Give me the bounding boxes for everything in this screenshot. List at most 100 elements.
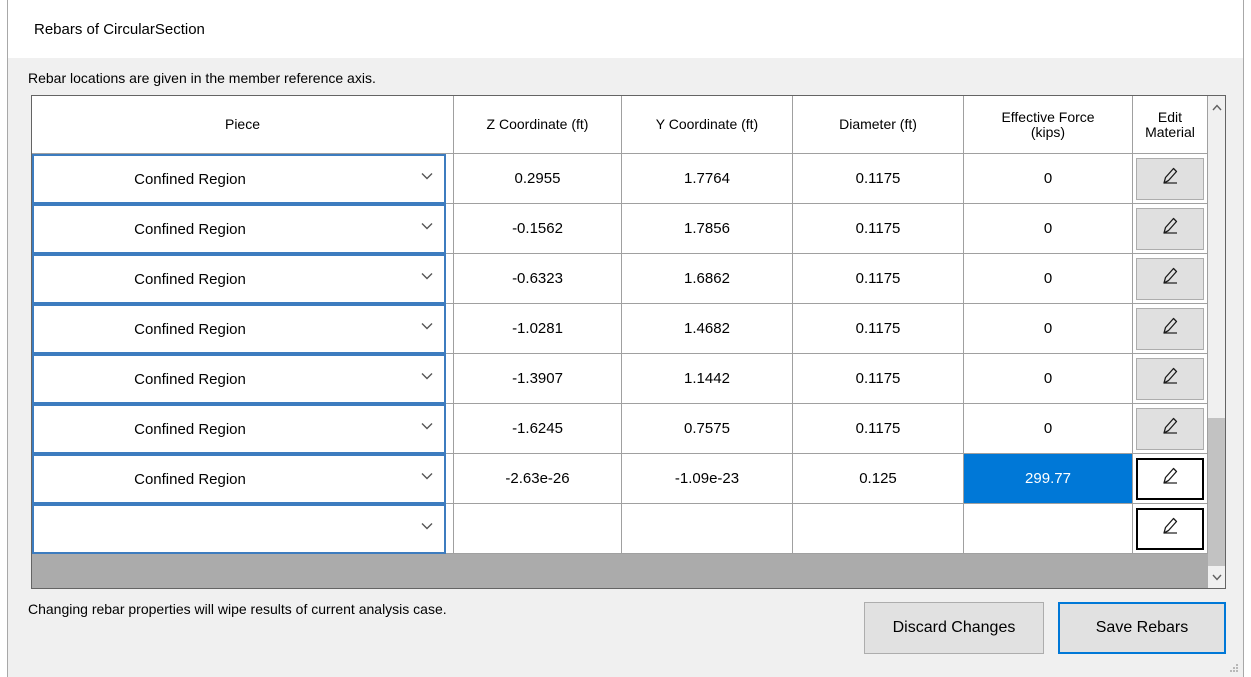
effective-force-cell[interactable]: 0 <box>964 304 1133 354</box>
chevron-down-icon[interactable] <box>420 268 434 280</box>
z-coordinate-cell[interactable]: -1.6245 <box>454 404 622 454</box>
edit-material-button[interactable] <box>1136 357 1204 400</box>
header-z-coordinate[interactable]: Z Coordinate (ft) <box>454 96 622 154</box>
y-coordinate-cell[interactable]: 1.1442 <box>622 354 793 404</box>
chevron-down-icon[interactable] <box>420 368 434 380</box>
scroll-down-icon[interactable] <box>1208 566 1225 588</box>
y-coordinate-cell[interactable]: -1.09e-23 <box>622 454 793 504</box>
y-coordinate-cell[interactable]: 1.4682 <box>622 304 793 354</box>
title-bar: Rebars of CircularSection <box>8 0 1243 58</box>
edit-material-button[interactable] <box>1136 207 1204 250</box>
piece-dropdown[interactable]: Confined Region <box>32 204 446 254</box>
z-coordinate-cell[interactable]: 0.2955 <box>454 154 622 204</box>
edit-material-button[interactable] <box>1136 457 1204 500</box>
effective-force-cell[interactable]: 0 <box>964 404 1133 454</box>
row-spacer <box>446 204 454 254</box>
z-coordinate-cell[interactable]: -0.1562 <box>454 204 622 254</box>
row-spacer <box>446 454 454 504</box>
z-coordinate-cell[interactable]: -2.63e-26 <box>454 454 622 504</box>
pencil-icon <box>1161 316 1179 341</box>
diameter-cell[interactable]: 0.1175 <box>793 254 964 304</box>
piece-value: Confined Region <box>134 470 246 488</box>
scrollbar-thumb[interactable] <box>1208 418 1225 566</box>
chevron-down-icon[interactable] <box>420 318 434 330</box>
z-coordinate-cell[interactable]: -1.0281 <box>454 304 622 354</box>
y-coordinate-cell[interactable]: 1.7764 <box>622 154 793 204</box>
effective-force-cell[interactable]: 0 <box>964 354 1133 404</box>
chevron-down-icon[interactable] <box>420 468 434 480</box>
edit-material-cell <box>1133 254 1208 304</box>
piece-value: Confined Region <box>134 270 246 288</box>
piece-value: Confined Region <box>134 170 246 188</box>
save-rebars-button[interactable]: Save Rebars <box>1058 602 1226 654</box>
edit-material-cell <box>1133 354 1208 404</box>
edit-material-button[interactable] <box>1136 157 1204 200</box>
edit-material-cell <box>1133 454 1208 504</box>
piece-dropdown[interactable]: Confined Region <box>32 304 446 354</box>
diameter-cell[interactable] <box>793 504 964 554</box>
chevron-down-icon[interactable] <box>420 518 434 530</box>
resize-grip-icon[interactable] <box>1229 663 1239 673</box>
edit-material-button[interactable] <box>1136 307 1204 350</box>
piece-dropdown[interactable]: Confined Region <box>32 454 446 504</box>
z-coordinate-cell[interactable]: -1.3907 <box>454 354 622 404</box>
piece-value: Confined Region <box>134 320 246 338</box>
piece-dropdown[interactable]: Confined Region <box>32 254 446 304</box>
row-spacer <box>446 254 454 304</box>
pencil-icon <box>1161 166 1179 191</box>
pencil-icon <box>1161 416 1179 441</box>
edit-material-cell <box>1133 304 1208 354</box>
y-coordinate-cell[interactable] <box>622 504 793 554</box>
rebars-dialog: Rebars of CircularSection Rebar location… <box>7 0 1244 677</box>
effective-force-cell[interactable]: 299.77 <box>964 454 1133 504</box>
y-coordinate-cell[interactable]: 0.7575 <box>622 404 793 454</box>
pencil-icon <box>1161 366 1179 391</box>
warning-text: Changing rebar properties will wipe resu… <box>28 601 447 617</box>
piece-dropdown[interactable]: Confined Region <box>32 354 446 404</box>
window-title: Rebars of CircularSection <box>34 21 205 38</box>
discard-changes-button[interactable]: Discard Changes <box>864 602 1044 654</box>
diameter-cell[interactable]: 0.1175 <box>793 154 964 204</box>
row-spacer <box>446 304 454 354</box>
diameter-cell[interactable]: 0.125 <box>793 454 964 504</box>
diameter-cell[interactable]: 0.1175 <box>793 304 964 354</box>
effective-force-cell[interactable]: 0 <box>964 154 1133 204</box>
header-diameter[interactable]: Diameter (ft) <box>793 96 964 154</box>
diameter-cell[interactable]: 0.1175 <box>793 204 964 254</box>
edit-material-button[interactable] <box>1136 257 1204 300</box>
effective-force-cell[interactable] <box>964 504 1133 554</box>
piece-value: Confined Region <box>134 370 246 388</box>
pencil-icon <box>1161 266 1179 291</box>
scroll-up-icon[interactable] <box>1208 96 1225 118</box>
edit-material-button[interactable] <box>1136 407 1204 450</box>
header-effective-force[interactable]: Effective Force (kips) <box>964 96 1133 154</box>
piece-dropdown[interactable]: Confined Region <box>32 154 446 204</box>
effective-force-cell[interactable]: 0 <box>964 254 1133 304</box>
chevron-down-icon[interactable] <box>420 168 434 180</box>
header-piece[interactable]: Piece <box>32 96 454 154</box>
edit-material-button[interactable] <box>1136 507 1204 550</box>
rebar-grid[interactable]: Piece Z Coordinate (ft) Y Coordinate (ft… <box>31 95 1226 589</box>
header-y-coordinate[interactable]: Y Coordinate (ft) <box>622 96 793 154</box>
info-text: Rebar locations are given in the member … <box>28 70 376 86</box>
y-coordinate-cell[interactable]: 1.7856 <box>622 204 793 254</box>
vertical-scrollbar[interactable] <box>1208 96 1225 588</box>
piece-dropdown[interactable]: Confined Region <box>32 404 446 454</box>
header-edit-material[interactable]: Edit Material <box>1133 96 1208 154</box>
row-spacer <box>446 404 454 454</box>
edit-material-cell <box>1133 404 1208 454</box>
pencil-icon <box>1161 516 1179 541</box>
y-coordinate-cell[interactable]: 1.6862 <box>622 254 793 304</box>
chevron-down-icon[interactable] <box>420 218 434 230</box>
edit-material-cell <box>1133 204 1208 254</box>
pencil-icon <box>1161 216 1179 241</box>
effective-force-cell[interactable]: 0 <box>964 204 1133 254</box>
diameter-cell[interactable]: 0.1175 <box>793 404 964 454</box>
z-coordinate-cell[interactable] <box>454 504 622 554</box>
diameter-cell[interactable]: 0.1175 <box>793 354 964 404</box>
z-coordinate-cell[interactable]: -0.6323 <box>454 254 622 304</box>
chevron-down-icon[interactable] <box>420 418 434 430</box>
edit-material-cell <box>1133 504 1208 554</box>
row-spacer <box>446 354 454 404</box>
piece-dropdown[interactable] <box>32 504 446 554</box>
